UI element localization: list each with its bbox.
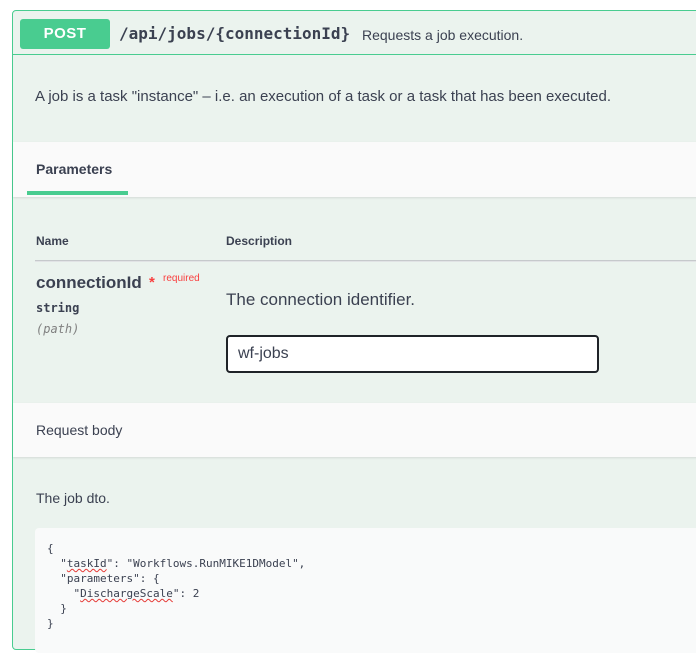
parameter-name: connectionId (36, 273, 142, 292)
json-open-brace: { (47, 542, 54, 555)
connection-id-input[interactable] (226, 335, 599, 373)
column-header-name: Name (36, 234, 69, 248)
parameter-description: The connection identifier. (226, 290, 416, 309)
column-header-description: Description (226, 234, 293, 248)
json-parameters-open: : { (139, 572, 160, 585)
operation-description: A job is a task "instance" – i.e. an exe… (35, 88, 611, 105)
tab-active-indicator (27, 191, 128, 195)
json-value-taskid: "Workflows.RunMIKE1DModel", (126, 557, 306, 570)
parameter-type: string (36, 301, 80, 315)
tab-parameters[interactable]: Parameters (36, 161, 112, 177)
json-inner-close-brace: } (60, 602, 67, 615)
operation-summary-bar[interactable]: POST /api/jobs/{connectionId} Requests a… (13, 11, 696, 55)
table-header-divider-shadow (35, 261, 696, 262)
request-body-title: Request body (36, 422, 123, 438)
operation-summary: Requests a job execution. (362, 27, 524, 43)
request-body-description: The job dto. (36, 490, 110, 506)
request-body-section-header: Request body (13, 403, 696, 457)
post-operation-block: POST /api/jobs/{connectionId} Requests a… (12, 10, 696, 653)
request-body-example[interactable]: { "taskId": "Workflows.RunMIKE1DModel", … (35, 528, 696, 653)
required-star: * (149, 274, 155, 291)
json-key-taskid: taskId (66, 557, 107, 570)
json-key-dischargescale: DischargeScale (80, 587, 173, 600)
json-key-parameters: parameters (66, 572, 134, 585)
json-close-brace: } (47, 617, 54, 630)
http-method-badge: POST (20, 19, 110, 49)
parameter-location: (path) (36, 322, 80, 336)
required-label: required (163, 273, 200, 284)
parameters-section-header: Parameters (13, 142, 696, 197)
endpoint-path: /api/jobs/{connectionId} (119, 24, 351, 43)
json-value-dischargescale: : 2 (179, 587, 200, 600)
